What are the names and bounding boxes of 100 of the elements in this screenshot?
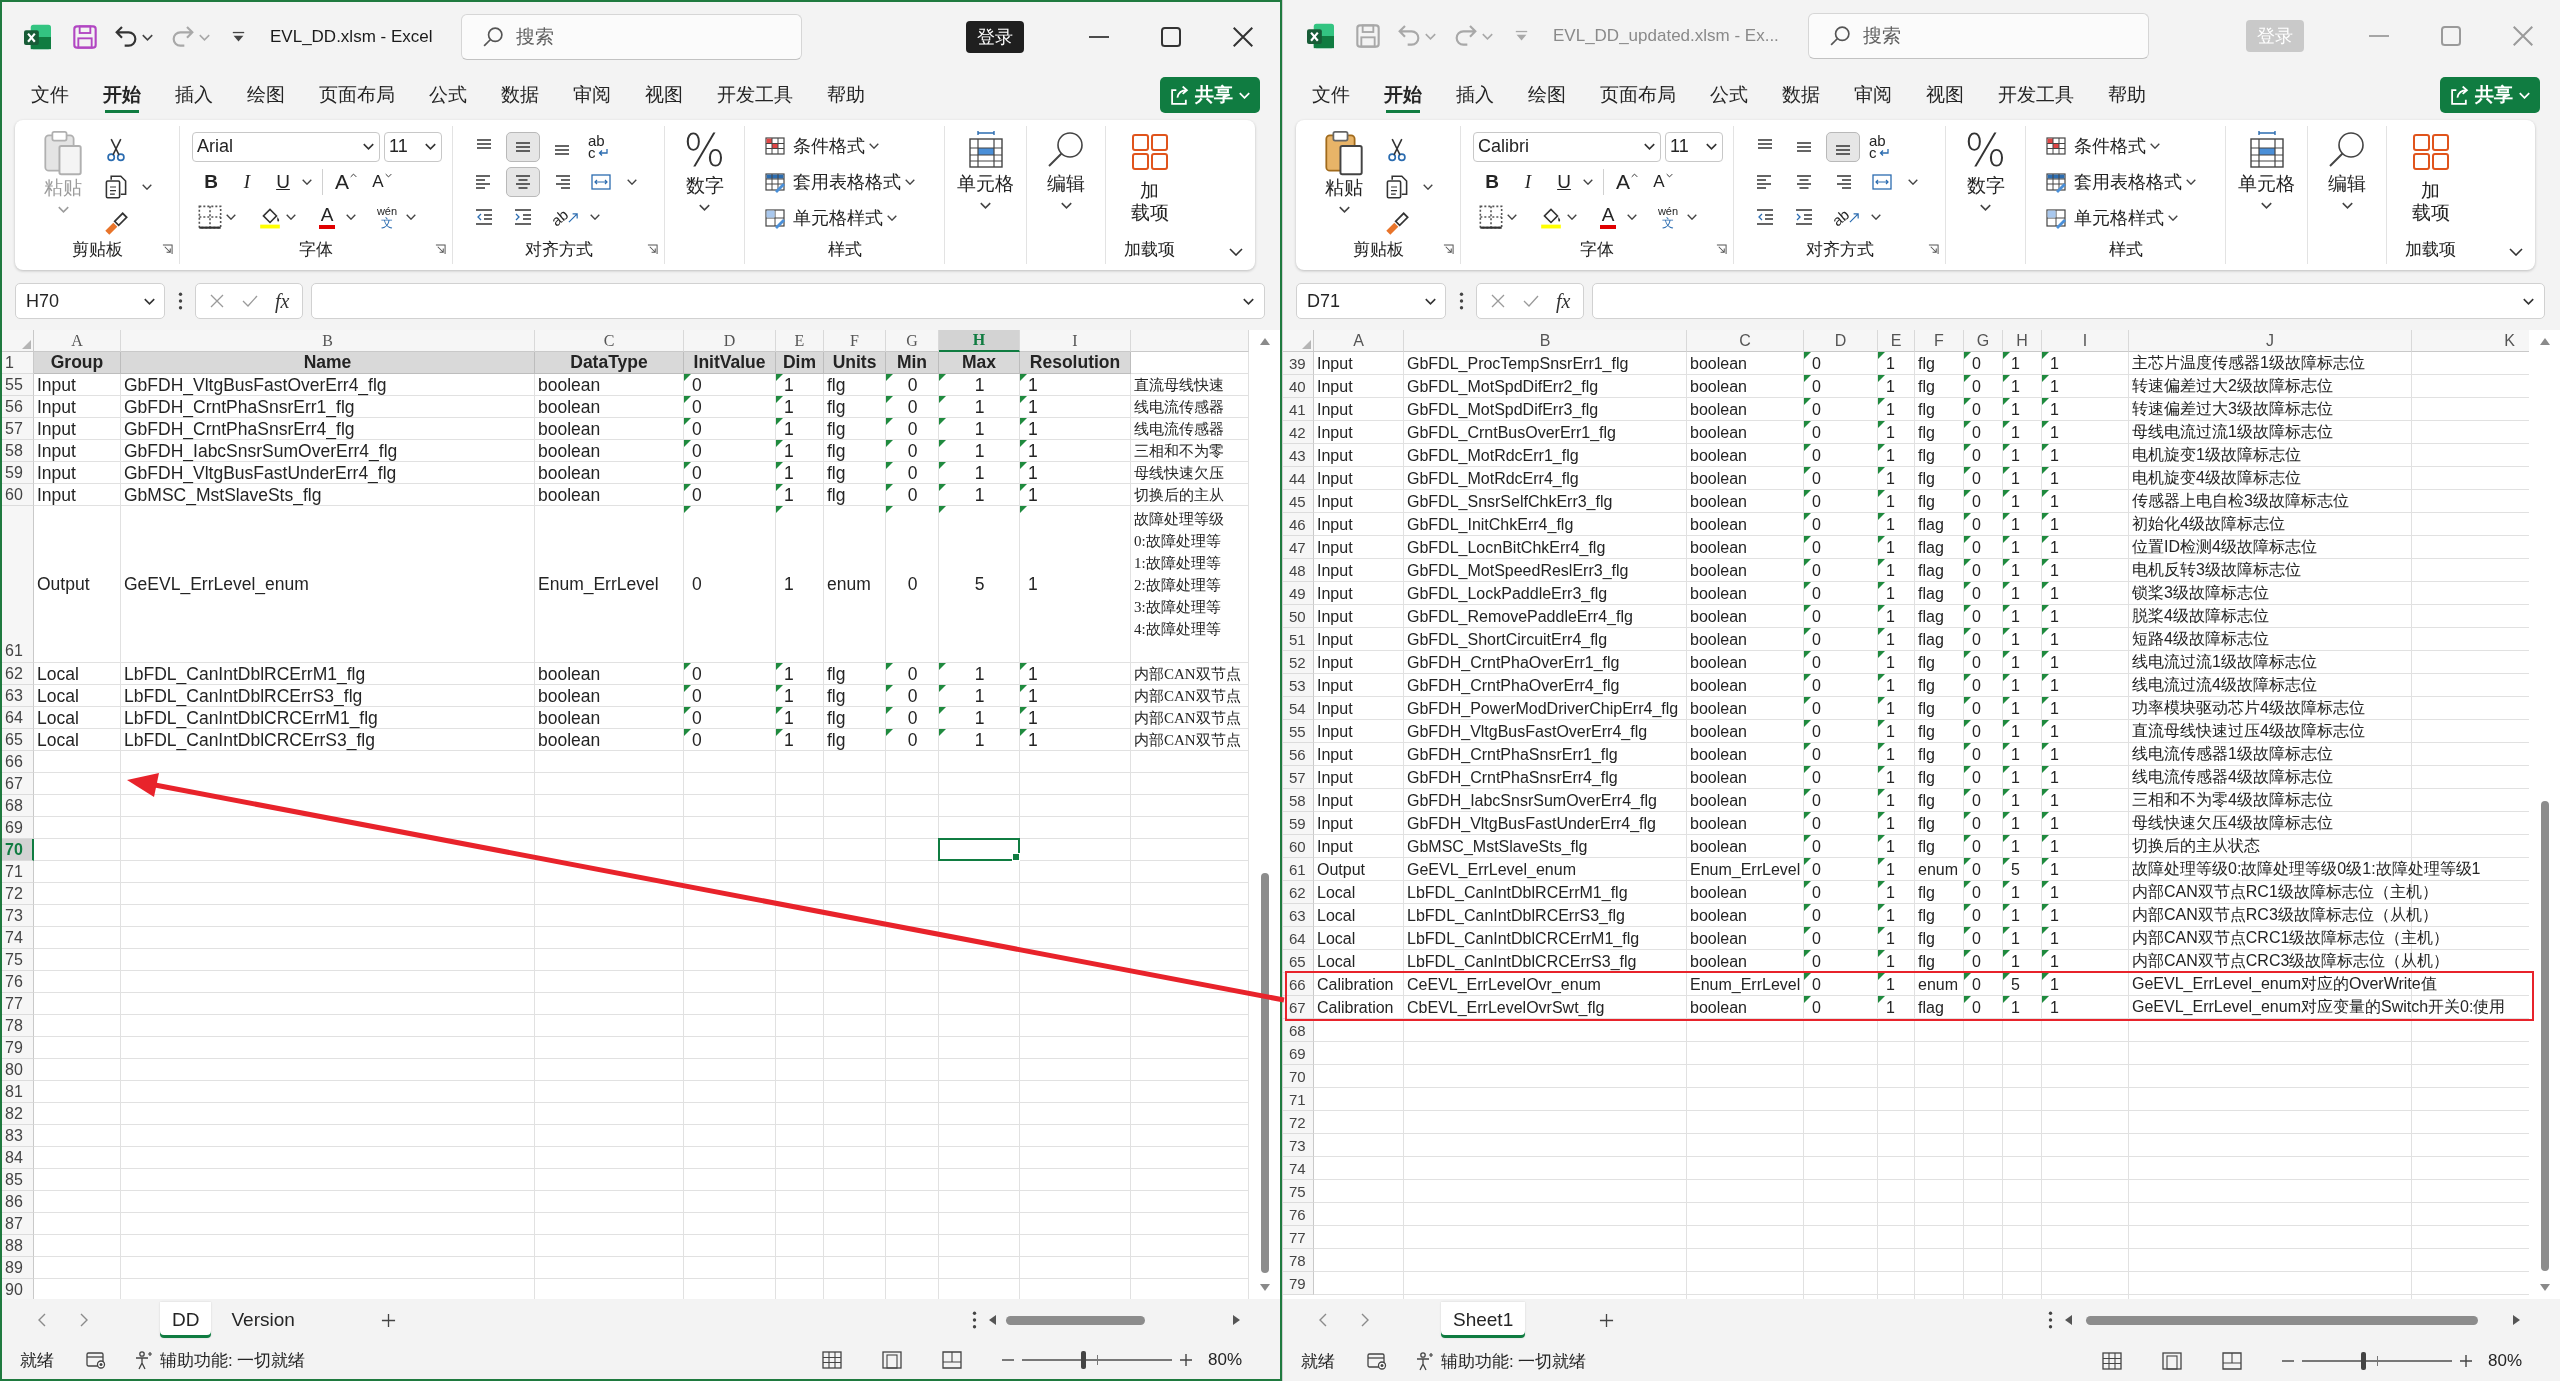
row-header[interactable]: 84: [2, 1147, 34, 1169]
error-indicator-icon[interactable]: [1878, 927, 1885, 934]
caret-icon[interactable]: [1687, 214, 1697, 221]
error-indicator-icon[interactable]: [2003, 720, 2010, 727]
sign-in-button[interactable]: 登录: [966, 21, 1024, 53]
orientation-button[interactable]: ab: [549, 202, 581, 233]
row-header[interactable]: 48: [1283, 559, 1314, 582]
name-box[interactable]: H70: [15, 283, 165, 319]
row-header[interactable]: 55: [2, 374, 34, 396]
error-indicator-icon[interactable]: [886, 418, 893, 425]
row-header[interactable]: 51: [1283, 628, 1314, 651]
customize-menu-icon[interactable]: [232, 31, 245, 43]
error-indicator-icon[interactable]: [939, 729, 946, 736]
row-header[interactable]: 45: [1283, 490, 1314, 513]
row-header[interactable]: 68: [1283, 1019, 1314, 1042]
row-header[interactable]: 56: [2, 396, 34, 418]
underline-button[interactable]: U: [268, 167, 298, 197]
caret-icon[interactable]: [1627, 214, 1637, 221]
error-indicator-icon[interactable]: [1878, 444, 1885, 451]
error-indicator-icon[interactable]: [939, 663, 946, 670]
error-indicator-icon[interactable]: [684, 374, 691, 381]
row-header[interactable]: 67: [2, 773, 34, 795]
error-indicator-icon[interactable]: [1804, 858, 1811, 865]
row-header[interactable]: 59: [2, 462, 34, 484]
maximize-icon[interactable]: [1161, 27, 1181, 47]
column-header[interactable]: G: [1964, 330, 2003, 352]
row-header[interactable]: 42: [1283, 421, 1314, 444]
error-indicator-icon[interactable]: [1878, 398, 1885, 405]
error-indicator-icon[interactable]: [684, 396, 691, 403]
error-indicator-icon[interactable]: [2003, 996, 2010, 1003]
error-indicator-icon[interactable]: [1964, 352, 1971, 359]
error-indicator-icon[interactable]: [776, 484, 783, 491]
row-header[interactable]: 39: [1283, 352, 1314, 375]
style-menu-button[interactable]: 套用表格格式: [763, 166, 944, 198]
dialog-launcher-icon[interactable]: [1928, 243, 1939, 255]
more-options-icon[interactable]: [972, 1311, 977, 1329]
macro-record-icon[interactable]: [86, 1351, 106, 1369]
error-indicator-icon[interactable]: [1804, 375, 1811, 382]
error-indicator-icon[interactable]: [684, 462, 691, 469]
row-header[interactable]: 72: [2, 883, 34, 905]
error-indicator-icon[interactable]: [939, 484, 946, 491]
error-indicator-icon[interactable]: [886, 506, 893, 513]
sheet-tab[interactable]: DD: [160, 1302, 212, 1338]
error-indicator-icon[interactable]: [1964, 674, 1971, 681]
error-indicator-icon[interactable]: [1804, 467, 1811, 474]
row-header[interactable]: 78: [2, 1015, 34, 1037]
error-indicator-icon[interactable]: [1964, 467, 1971, 474]
caret-icon[interactable]: [346, 214, 356, 221]
error-indicator-icon[interactable]: [2042, 628, 2049, 635]
error-indicator-icon[interactable]: [2042, 582, 2049, 589]
save-icon[interactable]: [73, 25, 97, 49]
error-indicator-icon[interactable]: [2003, 582, 2010, 589]
error-indicator-icon[interactable]: [2042, 743, 2049, 750]
shrink-font-button[interactable]: A: [1648, 167, 1678, 197]
row-header[interactable]: 57: [2, 418, 34, 440]
copy-icon[interactable]: [1385, 175, 1409, 199]
row-header[interactable]: 85: [2, 1169, 34, 1191]
editing-button[interactable]: 编辑: [1042, 126, 1090, 209]
error-indicator-icon[interactable]: [1964, 605, 1971, 612]
scroll-left-icon[interactable]: [989, 1315, 996, 1325]
error-indicator-icon[interactable]: [776, 440, 783, 447]
error-indicator-icon[interactable]: [939, 396, 946, 403]
row-header[interactable]: 86: [2, 1191, 34, 1213]
error-indicator-icon[interactable]: [2042, 973, 2049, 980]
error-indicator-icon[interactable]: [1804, 628, 1811, 635]
error-indicator-icon[interactable]: [1964, 375, 1971, 382]
error-indicator-icon[interactable]: [2003, 835, 2010, 842]
error-indicator-icon[interactable]: [939, 707, 946, 714]
column-header[interactable]: E: [1878, 330, 1915, 352]
error-indicator-icon[interactable]: [1020, 484, 1027, 491]
borders-icon[interactable]: [1479, 205, 1503, 230]
column-header[interactable]: D: [684, 330, 776, 352]
bold-button[interactable]: B: [196, 167, 226, 197]
check-icon[interactable]: [241, 293, 258, 309]
error-indicator-icon[interactable]: [2003, 421, 2010, 428]
error-indicator-icon[interactable]: [2003, 605, 2010, 612]
error-indicator-icon[interactable]: [2003, 904, 2010, 911]
caret-icon[interactable]: [1423, 184, 1433, 190]
error-indicator-icon[interactable]: [1020, 396, 1027, 403]
wrap-text-button[interactable]: ab c: [1869, 134, 1890, 159]
error-indicator-icon[interactable]: [1878, 582, 1885, 589]
error-indicator-icon[interactable]: [1878, 536, 1885, 543]
style-menu-button[interactable]: 套用表格格式: [2044, 166, 2225, 198]
row-header[interactable]: 74: [2, 927, 34, 949]
row-header[interactable]: 69: [1283, 1042, 1314, 1065]
error-indicator-icon[interactable]: [1020, 418, 1027, 425]
column-header[interactable]: F: [824, 330, 886, 352]
font-size-field[interactable]: 11: [1665, 131, 1723, 162]
row-header[interactable]: 89: [2, 1257, 34, 1279]
error-indicator-icon[interactable]: [2003, 858, 2010, 865]
dialog-launcher-icon[interactable]: [1443, 243, 1454, 255]
row-header[interactable]: 58: [2, 440, 34, 462]
error-indicator-icon[interactable]: [1964, 858, 1971, 865]
error-indicator-icon[interactable]: [684, 663, 691, 670]
row-header[interactable]: 41: [1283, 398, 1314, 421]
row-header[interactable]: 65: [2, 729, 34, 751]
error-indicator-icon[interactable]: [1804, 421, 1811, 428]
error-indicator-icon[interactable]: [1964, 697, 1971, 704]
more-options-icon[interactable]: [178, 292, 183, 310]
error-indicator-icon[interactable]: [1878, 513, 1885, 520]
